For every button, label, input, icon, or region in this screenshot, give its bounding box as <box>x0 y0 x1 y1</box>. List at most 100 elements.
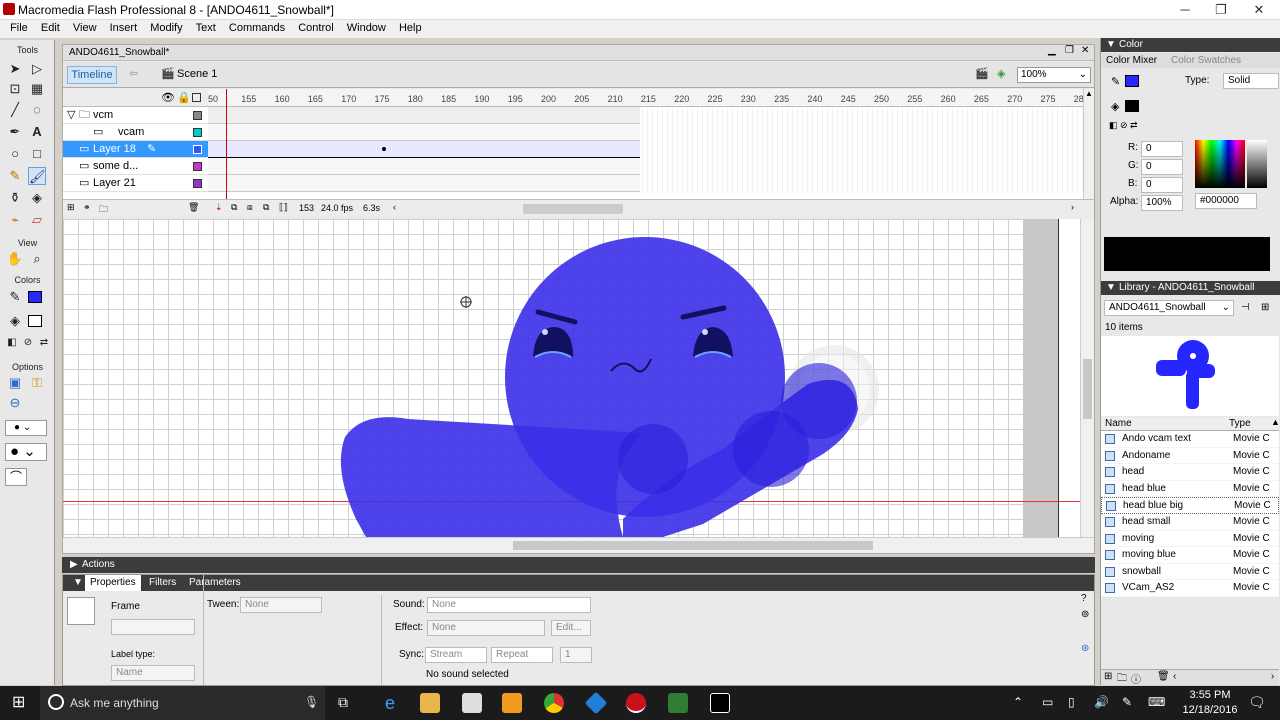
library-item[interactable]: moving Movie C <box>1101 531 1279 548</box>
minimize-button[interactable]: ─ <box>1166 0 1204 20</box>
pen-tool-icon[interactable]: ✒ <box>6 123 24 141</box>
eraser-tool-icon[interactable]: ▱ <box>28 211 46 229</box>
brush-shape-select[interactable]: ● ⌄ <box>5 443 47 461</box>
add-folder-icon[interactable]: 🗀 <box>99 202 108 218</box>
line-tool-icon[interactable]: ╱ <box>6 101 24 119</box>
pressure-icon[interactable]: ⌒ <box>5 468 27 486</box>
search-box[interactable]: Ask me anything 🎙 <box>40 686 325 720</box>
scene-label[interactable]: Scene 1 <box>177 68 217 80</box>
menu-file[interactable]: File <box>5 20 33 37</box>
store-icon[interactable] <box>462 693 482 713</box>
onion-skin-icon[interactable]: ⧉ <box>231 202 237 213</box>
library-item[interactable]: snowball Movie C <box>1101 564 1279 581</box>
frame-row[interactable] <box>208 124 640 141</box>
ink-bottle-tool-icon[interactable]: ⚱ <box>6 189 24 207</box>
oval-tool-icon[interactable]: ○ <box>6 145 24 163</box>
menu-view[interactable]: View <box>68 20 102 37</box>
file-explorer-icon[interactable] <box>420 693 440 713</box>
eyedropper-tool-icon[interactable]: ⌁ <box>6 211 24 229</box>
layer-21[interactable]: ▭ Layer 21 <box>63 175 208 192</box>
library-item[interactable]: Andoname Movie C <box>1101 448 1279 465</box>
paint-bucket-tool-icon[interactable]: ◈ <box>28 189 46 207</box>
stroke-color-icon[interactable]: ✎ <box>6 288 24 306</box>
windows-start-icon[interactable]: ⊞ <box>12 695 25 711</box>
menu-control[interactable]: Control <box>293 20 338 37</box>
object-drawing-icon[interactable]: ▣ <box>6 374 24 392</box>
volume-icon[interactable]: 🔊 <box>1094 695 1109 709</box>
stage[interactable] <box>63 219 1094 553</box>
edit-button[interactable]: Edit... <box>551 620 591 636</box>
layer-color-swatch[interactable] <box>193 179 202 188</box>
fill-swatch[interactable] <box>1125 100 1139 112</box>
tab-color-swatches[interactable]: Color Swatches <box>1171 55 1241 66</box>
sort-icon[interactable]: ▲ <box>1271 417 1280 427</box>
collapse-arrow-icon[interactable]: ▼ <box>73 577 83 588</box>
delete-layer-icon[interactable]: 🗑 <box>188 202 199 213</box>
r-input[interactable]: 0 <box>1141 141 1183 157</box>
sync-select[interactable]: Stream <box>425 647 487 663</box>
new-library-icon[interactable]: ⊞ <box>1261 302 1269 313</box>
pencil-tool-icon[interactable]: ✎ <box>6 167 24 185</box>
onion-markers-icon[interactable]: ⟦⟧ <box>279 202 288 213</box>
subselection-tool-icon[interactable]: ▷ <box>28 60 46 78</box>
properties-icon[interactable]: ⓘ <box>1131 671 1141 686</box>
menu-window[interactable]: Window <box>342 20 391 37</box>
edge-icon[interactable]: e <box>380 693 400 713</box>
effect-select[interactable]: None <box>427 620 545 636</box>
col-name[interactable]: Name <box>1105 418 1132 429</box>
outline-icon[interactable] <box>192 93 201 102</box>
doc-close-icon[interactable]: ✕ <box>1081 45 1089 56</box>
library-panel-header[interactable]: ▼ Library - ANDO4611_Snowball <box>1101 281 1280 295</box>
menu-modify[interactable]: Modify <box>145 20 187 37</box>
layer-vcm[interactable]: ▽ 🗀 vcm <box>63 107 208 124</box>
menu-commands[interactable]: Commands <box>224 20 290 37</box>
flash-taskbar-icon[interactable] <box>626 693 646 713</box>
alpha-input[interactable]: 100% <box>1141 195 1183 211</box>
rectangle-tool-icon[interactable]: □ <box>28 145 46 163</box>
close-button[interactable]: ✕ <box>1240 0 1278 20</box>
actions-panel-header[interactable]: ▶ Actions <box>62 557 1095 573</box>
help-icon[interactable]: ? <box>1081 593 1087 604</box>
sound-select[interactable]: None <box>427 597 591 613</box>
menu-edit[interactable]: Edit <box>36 20 65 37</box>
add-guide-icon[interactable]: ⚭ <box>83 202 91 213</box>
edit-scene-icon[interactable]: 🎬 <box>975 67 989 80</box>
character-artwork[interactable] <box>63 219 1080 537</box>
frame-grid[interactable] <box>208 107 1083 192</box>
timeline-vscroll[interactable]: ▲ <box>1083 89 1094 199</box>
frame-row[interactable] <box>208 158 640 175</box>
timeline-hscroll-thumb[interactable] <box>523 204 623 214</box>
g-input[interactable]: 0 <box>1141 159 1183 175</box>
stroke-color-swatch[interactable] <box>28 291 42 303</box>
eye-icon[interactable]: 👁 <box>161 91 175 104</box>
tab-properties[interactable]: Properties <box>85 575 141 591</box>
delete-icon[interactable]: 🗑 <box>1157 671 1170 682</box>
frame-row[interactable] <box>208 107 640 124</box>
layer-color-swatch[interactable] <box>193 128 202 137</box>
stroke-pencil-icon[interactable]: ✎ <box>1111 75 1120 88</box>
library-item-selected[interactable]: head blue big Movie C <box>1101 497 1279 514</box>
lasso-tool-icon[interactable]: ◌ <box>28 101 46 119</box>
pen-workspace-icon[interactable]: ✎ <box>1122 695 1132 709</box>
col-type[interactable]: Type <box>1229 418 1251 429</box>
library-item[interactable]: head small Movie C <box>1101 514 1279 531</box>
network-icon[interactable]: ▯ <box>1068 695 1075 709</box>
frame-name-input[interactable] <box>111 619 195 635</box>
pin-icon[interactable]: ⊣ <box>1241 302 1250 313</box>
add-layer-icon[interactable]: ⊞ <box>67 202 75 213</box>
repeat-count-input[interactable]: 1 <box>560 647 592 663</box>
keyframe[interactable] <box>382 147 386 151</box>
library-item[interactable]: head blue Movie C <box>1101 481 1279 498</box>
b-input[interactable]: 0 <box>1141 177 1183 193</box>
library-item[interactable]: head Movie C <box>1101 464 1279 481</box>
new-symbol-icon[interactable]: ⊞ <box>1104 671 1112 682</box>
edit-multiple-icon[interactable]: ⧉ <box>263 202 269 213</box>
expand-arrow-icon[interactable]: ▽ <box>67 107 75 124</box>
stage-hscroll-thumb[interactable] <box>513 541 873 550</box>
spreadsheet-icon[interactable] <box>668 693 688 713</box>
layer-some-d[interactable]: ▭ some d... <box>63 158 208 175</box>
brush-mode-icon[interactable]: ⊖ <box>6 394 24 412</box>
color-mini-icons[interactable]: ◧ ⊘ ⇄ <box>1109 120 1138 131</box>
hex-input[interactable]: #000000 <box>1195 193 1257 209</box>
layer-18[interactable]: ▭ Layer 18 ✎ <box>63 141 208 158</box>
